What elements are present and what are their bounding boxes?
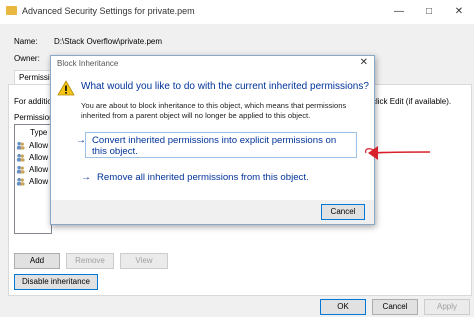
dialog-close-button[interactable]: ✕ (360, 57, 368, 68)
option-label: Convert inherited permissions into expli… (92, 135, 337, 157)
arrow-right-icon: → (76, 135, 86, 146)
disable-inheritance-button[interactable]: Disable inheritance (14, 274, 98, 290)
apply-button[interactable]: Apply (424, 299, 470, 315)
dialog-title: Block Inheritance (57, 59, 119, 68)
info-text-left: For additio (14, 97, 52, 106)
convert-permissions-option[interactable]: → Convert inherited permissions into exp… (76, 132, 357, 158)
name-label: Name: (14, 37, 38, 46)
entry-type: Allow (29, 153, 49, 162)
close-button[interactable]: ✕ (444, 0, 474, 24)
name-value: D:\Stack Overflow\private.pem (54, 37, 163, 46)
maximize-button[interactable]: □ (414, 0, 444, 24)
minimize-button[interactable]: — (384, 0, 414, 24)
add-button[interactable]: Add (14, 253, 60, 269)
block-inheritance-dialog: Block Inheritance ✕ What would you like … (50, 55, 375, 225)
owner-label: Owner: (14, 54, 40, 63)
warning-icon (57, 80, 75, 96)
cancel-button[interactable]: Cancel (372, 299, 418, 315)
list-item[interactable]: Allow (16, 152, 48, 164)
dialog-cancel-button[interactable]: Cancel (321, 204, 365, 220)
ok-button[interactable]: OK (320, 299, 366, 315)
entry-type: Allow (29, 165, 49, 174)
permission-entries-label: Permission (14, 113, 54, 122)
folder-icon (6, 6, 17, 15)
users-icon (16, 154, 25, 162)
list-item[interactable]: Allow (16, 176, 48, 188)
users-icon (16, 178, 25, 186)
users-icon (16, 142, 25, 150)
arrow-right-icon: → (81, 172, 91, 183)
window-title: Advanced Security Settings for private.p… (22, 6, 195, 16)
entry-type: Allow (29, 177, 49, 186)
dialog-question: What would you like to do with the curre… (81, 81, 369, 92)
dialog-message: You are about to block inheritance to th… (81, 101, 347, 120)
remove-permissions-option[interactable]: → Remove all inherited permissions from … (81, 172, 363, 183)
type-column-header[interactable]: Type (30, 127, 47, 139)
option-label: Remove all inherited permissions from th… (97, 172, 309, 183)
window-titlebar: Advanced Security Settings for private.p… (0, 0, 474, 24)
dialog-titlebar: Block Inheritance ✕ (51, 56, 374, 70)
view-button[interactable]: View (120, 253, 168, 269)
entry-type: Allow (29, 141, 49, 150)
list-item[interactable]: Allow (16, 164, 48, 176)
info-text-right: l click Edit (if available). (368, 97, 452, 106)
list-item[interactable]: Allow (16, 140, 48, 152)
users-icon (16, 166, 25, 174)
annotation-arrow-icon (365, 146, 431, 160)
remove-button[interactable]: Remove (66, 253, 114, 269)
